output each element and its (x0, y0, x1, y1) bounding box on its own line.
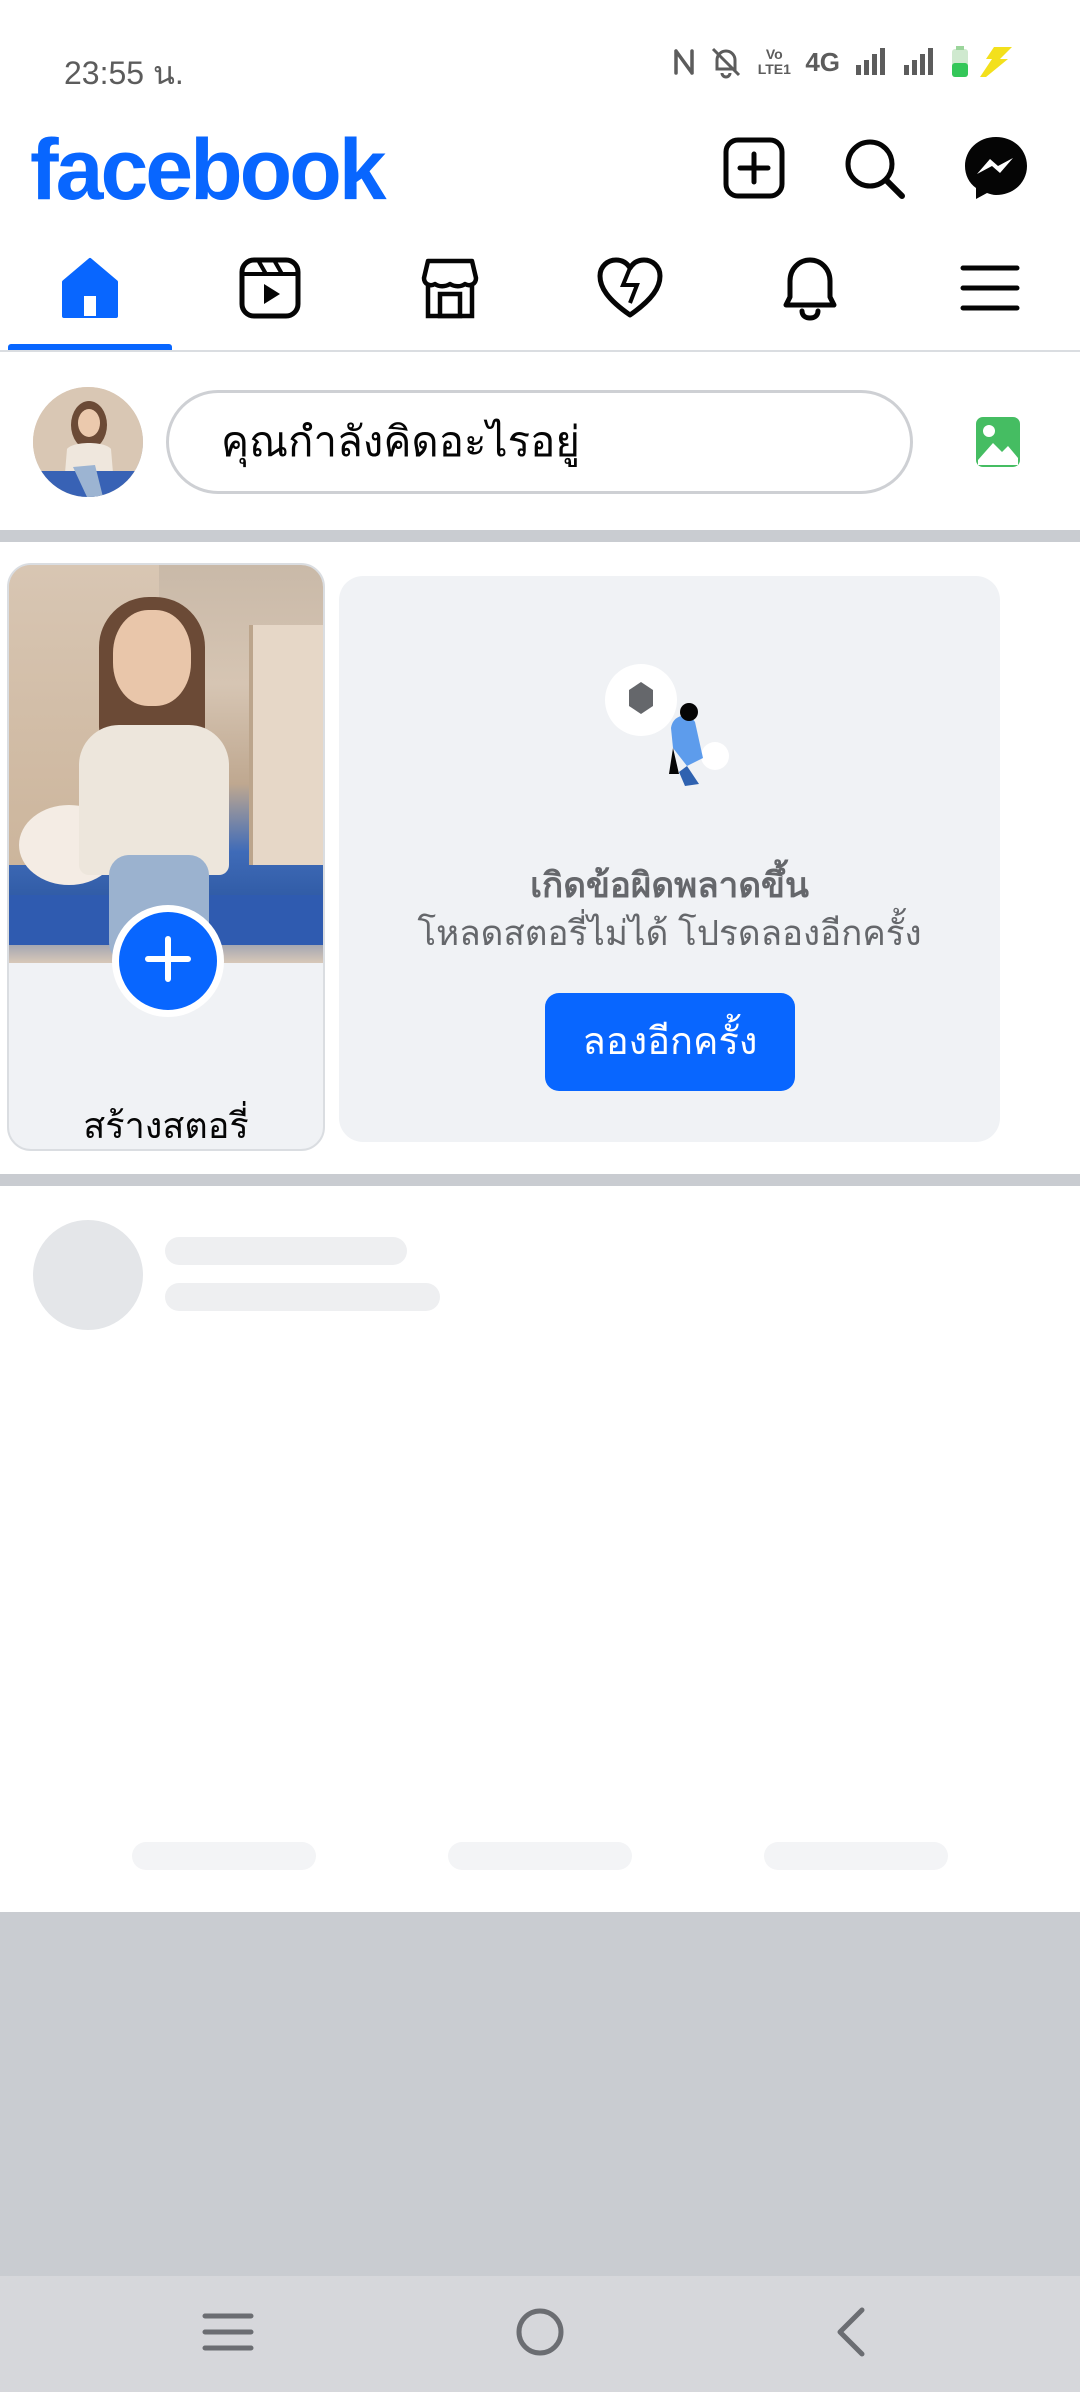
messenger-icon (962, 134, 1030, 207)
main-nav (0, 230, 1080, 352)
tab-home[interactable] (0, 230, 180, 350)
status-time: 23:55 น. (64, 55, 184, 91)
stories-tray: สร้างสตอรี่ เกิดข้อผิดพลาดขึ้น โหลดสตอรี… (0, 542, 1080, 1174)
stories-error-card: เกิดข้อผิดพลาดขึ้น โหลดสตอรี่ไม่ได้ โปรด… (339, 576, 1000, 1142)
tab-notifications[interactable] (720, 230, 900, 350)
post-composer: คุณกำลังคิดอะไรอยู่ (0, 352, 1080, 530)
create-story-card[interactable]: สร้างสตอรี่ (7, 563, 325, 1151)
error-illustration-icon (603, 662, 735, 794)
photo-button[interactable] (968, 414, 1028, 474)
photo-icon (975, 416, 1021, 473)
battery-charging-icon (950, 42, 1016, 82)
placeholder-line (165, 1237, 407, 1265)
tab-marketplace[interactable] (360, 230, 540, 350)
marketplace-icon (418, 256, 482, 325)
status-bar: 23:55 น. Vo LTE1 4G (0, 0, 1080, 120)
tab-dating[interactable] (540, 230, 720, 350)
video-icon (238, 256, 302, 325)
messenger-button[interactable] (956, 130, 1036, 210)
error-message: โหลดสตอรี่ไม่ได้ โปรดลองอีกครั้ง (417, 914, 922, 953)
status-icons: Vo LTE1 4G (673, 42, 1016, 82)
add-story-button[interactable] (112, 905, 224, 1017)
notifications-icon (780, 255, 840, 326)
whats-on-your-mind-input[interactable]: คุณกำลังคิดอะไรอยู่ (166, 390, 913, 494)
app-header: facebook (0, 120, 1080, 230)
retry-button[interactable]: ลองอีกครั้ง (545, 993, 795, 1091)
create-story-label: สร้างสตอรี่ (83, 1105, 249, 1146)
plus-icon (143, 934, 193, 989)
search-button[interactable] (834, 130, 914, 210)
back-button[interactable] (810, 2298, 890, 2370)
home-button[interactable] (500, 2298, 580, 2370)
feed-background (0, 1912, 1080, 2276)
system-navigation-bar (0, 2276, 1080, 2392)
placeholder-action (132, 1842, 316, 1870)
section-divider (0, 530, 1080, 542)
placeholder-action (448, 1842, 632, 1870)
section-divider (0, 1174, 1080, 1186)
home-circle-icon (514, 2306, 566, 2363)
recents-button[interactable] (188, 2298, 268, 2370)
story-profile-photo (9, 565, 323, 963)
error-title: เกิดข้อผิดพลาดขึ้น (530, 866, 809, 905)
signal-icon (854, 42, 888, 82)
avatar[interactable] (33, 387, 143, 497)
menu-icon (960, 263, 1020, 318)
dating-icon (597, 257, 663, 324)
back-icon (830, 2306, 870, 2363)
facebook-logo[interactable]: facebook (30, 120, 387, 220)
tab-video[interactable] (180, 230, 360, 350)
search-icon (842, 136, 906, 205)
volte-icon: Vo LTE1 (757, 46, 791, 77)
nfc-icon (673, 42, 695, 82)
feed-post-placeholder (0, 1186, 1080, 1912)
recents-icon (202, 2310, 254, 2359)
placeholder-line (165, 1283, 440, 1311)
home-icon (58, 256, 122, 325)
signal-icon (902, 42, 936, 82)
create-button[interactable] (714, 130, 794, 210)
tab-menu[interactable] (900, 230, 1080, 350)
create-icon (722, 136, 786, 205)
placeholder-action (764, 1842, 948, 1870)
mute-icon (709, 42, 743, 82)
network-type: 4G (805, 46, 840, 77)
placeholder-avatar (33, 1220, 143, 1330)
active-tab-indicator (8, 344, 172, 350)
